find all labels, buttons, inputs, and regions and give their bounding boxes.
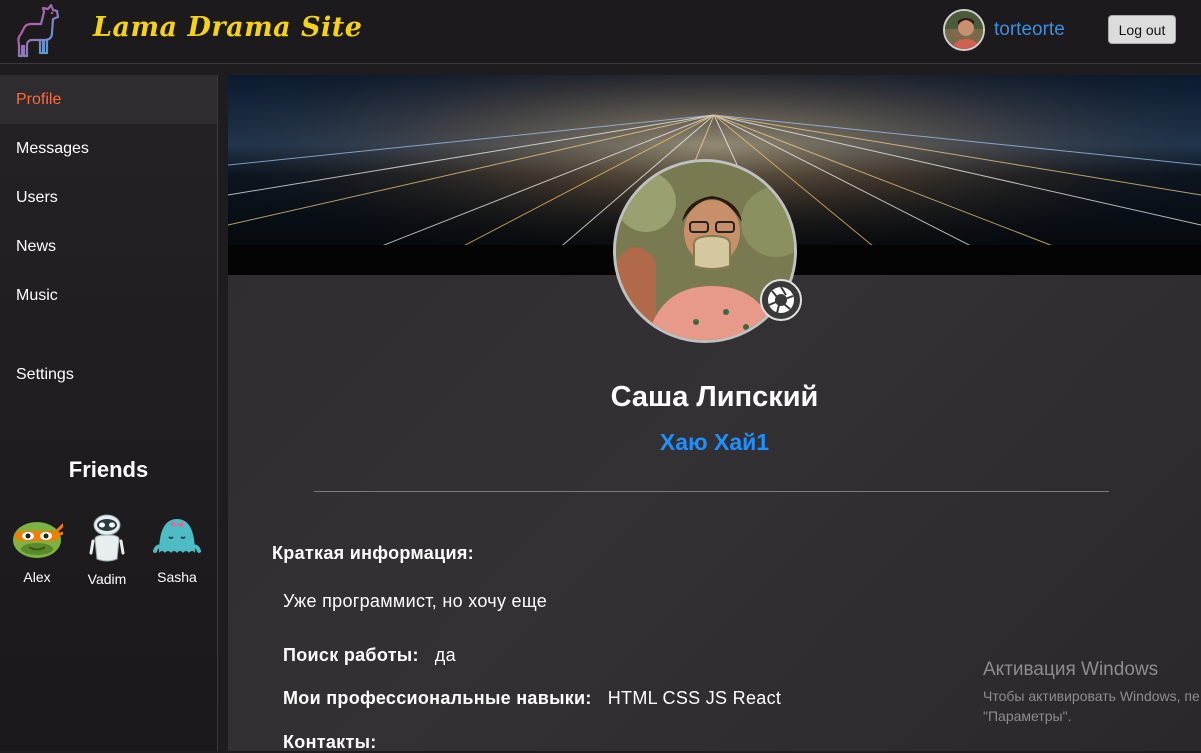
friend-item-sasha[interactable]: Sasha [142, 513, 212, 585]
job-search-value: да [434, 645, 456, 665]
user-avatar[interactable] [943, 9, 985, 51]
friend-item-alex[interactable]: Alex [2, 513, 72, 585]
contacts-row: Контакты: [283, 732, 377, 753]
turtle-avatar-icon [13, 522, 63, 558]
skills-value: HTML CSS JS React [607, 688, 782, 708]
logout-button[interactable]: Log out [1108, 15, 1176, 44]
brief-info-value: Уже программист, но хочу еще [283, 591, 548, 611]
username-link[interactable]: torteorte [994, 19, 1065, 41]
top-header: Lama Drama Site torteorte Log out [0, 0, 1201, 64]
sidebar-item-settings[interactable]: Settings [0, 350, 217, 399]
octopus-avatar-icon [153, 519, 201, 553]
friends-title: Friends [68, 457, 149, 482]
skills-label: Мои профессиональные навыки: [283, 688, 592, 708]
divider [314, 491, 1109, 492]
job-search-row: Поиск работы: да [283, 645, 456, 666]
sidebar-item-messages[interactable]: Messages [0, 124, 217, 173]
site-title: Lama Drama Site [93, 12, 363, 43]
robot-avatar-icon [89, 514, 125, 562]
profile-page: Саша Липский Хаю Хай1 Краткая информация… [228, 75, 1201, 753]
friend-name: Vadim [87, 571, 127, 587]
friend-name: Sasha [157, 569, 197, 585]
sidebar-item-profile[interactable]: Profile [0, 75, 217, 124]
profile-name: Саша Липский [610, 381, 819, 413]
camera-aperture-icon [768, 286, 794, 314]
watermark-line1: Чтобы активировать Windows, пе [983, 688, 1200, 704]
job-search-label: Поиск работы: [283, 645, 419, 665]
sidebar-item-music[interactable]: Music [0, 271, 217, 320]
watermark-line2: "Параметры". [983, 708, 1072, 724]
brief-info-label: Краткая информация: [272, 543, 474, 563]
watermark-title: Активация Windows [983, 659, 1159, 680]
friend-name: Alex [23, 569, 51, 585]
friend-item-vadim[interactable]: Vadim [72, 513, 142, 587]
contacts-label: Контакты: [283, 732, 377, 752]
sidebar: Profile Messages Users News Music Settin… [0, 75, 218, 751]
llama-icon[interactable] [10, 3, 66, 59]
windows-activation-watermark: Активация Windows Чтобы активировать Win… [983, 659, 1201, 726]
skills-row: Мои профессиональные навыки: HTML CSS JS… [283, 688, 781, 709]
change-photo-button[interactable] [760, 279, 802, 321]
profile-status[interactable]: Хаю Хай1 [228, 429, 1201, 456]
sidebar-item-news[interactable]: News [0, 222, 217, 271]
sidebar-item-users[interactable]: Users [0, 173, 217, 222]
